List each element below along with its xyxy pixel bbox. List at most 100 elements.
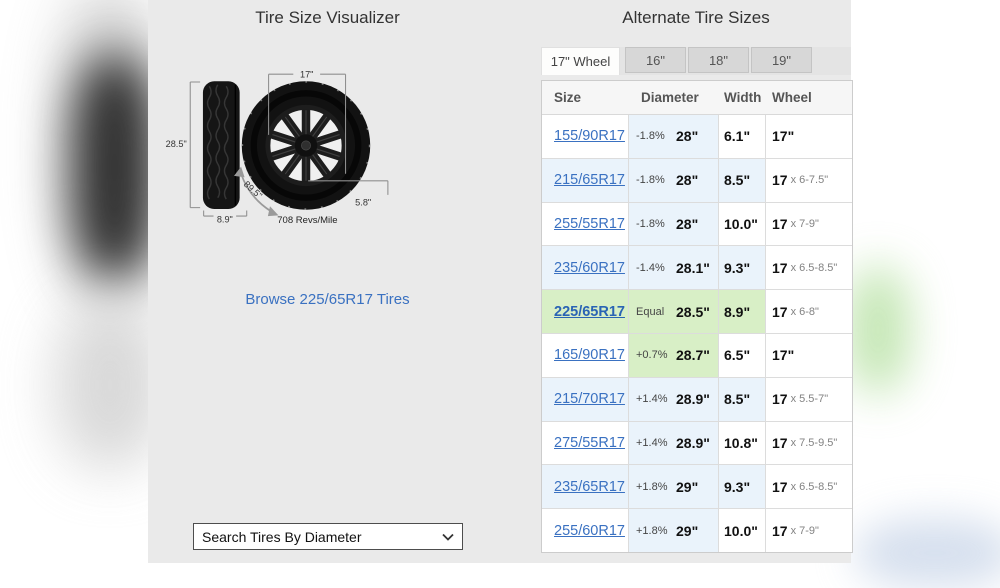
page-background: { "left_panel": { "title": "Tire Size Vi… xyxy=(0,0,1000,588)
tire-side-view-image xyxy=(202,81,240,210)
tab-18-wheel[interactable]: 18" xyxy=(688,47,749,73)
tire-size-link[interactable]: 275/55R17 xyxy=(554,435,625,451)
wheel-value: 17 xyxy=(772,391,788,408)
width-value: 8.5" xyxy=(724,172,751,189)
tab-19-wheel[interactable]: 19" xyxy=(751,47,812,73)
blur-artifact-left-haze xyxy=(60,0,160,310)
table-header-row: Size Diameter Width Wheel xyxy=(542,81,852,115)
diameter-diff-label: -1.8% xyxy=(636,174,665,187)
width-value: 6.5" xyxy=(724,347,751,364)
column-header-wheel: Wheel xyxy=(772,90,812,105)
column-header-width: Width xyxy=(724,90,762,105)
tire-size-link[interactable]: 165/90R17 xyxy=(554,347,625,363)
tire-table-body: 155/90R17 -1.8% 28" 6.1" 17" 215/65R17 -1.8% 28… xyxy=(542,115,852,552)
wheel-range: x 7.5-9.5" xyxy=(790,436,838,449)
size-cell: 225/65R17 xyxy=(542,290,629,333)
wheel-cell: 17" xyxy=(766,333,852,377)
wheel-value: 17 xyxy=(772,434,788,451)
wheel-cell: 17" xyxy=(766,115,852,158)
diameter-diff-label: +1.8% xyxy=(636,480,668,493)
wheel-cell: 17 x 6-8" xyxy=(766,290,852,333)
diameter-cell: +1.4% 28.9" xyxy=(629,377,719,421)
browse-tires-link-row: Browse 225/65R17 Tires xyxy=(148,291,507,309)
diameter-cell: -1.8% 28" xyxy=(629,158,719,202)
tire-size-link[interactable]: 235/60R17 xyxy=(554,260,625,276)
wheel-range: x 7-9" xyxy=(790,524,819,537)
blur-artifact-right-green xyxy=(846,266,910,394)
width-cell: 8.9" xyxy=(719,290,766,333)
size-cell: 215/65R17 xyxy=(542,158,629,202)
wheel-value: 17" xyxy=(772,128,795,145)
width-value: 10.0" xyxy=(724,522,758,539)
diameter-diff-label: +1.4% xyxy=(636,393,668,406)
tire-size-link[interactable]: 255/60R17 xyxy=(554,523,625,539)
wheel-range: x 7-9" xyxy=(790,217,819,230)
tab-17-wheel[interactable]: 17" Wheel xyxy=(541,47,620,75)
browse-tires-link[interactable]: Browse 225/65R17 Tires xyxy=(245,291,409,308)
wheel-range: x 6.5-8.5" xyxy=(790,261,838,274)
table-row: 225/65R17 Equal 28.5" 8.9" 17 x 6-8" xyxy=(542,290,852,334)
sidewall-label: 5.8" xyxy=(355,198,371,208)
size-cell: 235/60R17 xyxy=(542,246,629,290)
tire-size-link[interactable]: 155/90R17 xyxy=(554,128,625,144)
width-cell: 6.1" xyxy=(719,115,766,158)
wheel-value: 17 xyxy=(772,478,788,495)
wheel-cell: 17 x 7.5-9.5" xyxy=(766,421,852,465)
wheel-value: 17 xyxy=(772,259,788,276)
size-cell: 155/90R17 xyxy=(542,115,629,158)
diameter-diff-label: +0.7% xyxy=(636,349,668,362)
diameter-value: 28.7" xyxy=(676,347,710,364)
wheel-cell: 17 x 6-7.5" xyxy=(766,158,852,202)
table-row: 215/65R17 -1.8% 28" 8.5" 17 x 6-7.5" xyxy=(542,158,852,203)
wheel-value: 17 xyxy=(772,172,788,189)
diameter-cell: +1.8% 29" xyxy=(629,509,719,552)
alternate-tire-sizes-table: Size Diameter Width Wheel 155/90R17 -1.8%… xyxy=(541,80,853,553)
wheel-range: x 5.5-7" xyxy=(790,393,829,406)
width-value: 9.3" xyxy=(724,478,751,495)
width-cell: 9.3" xyxy=(719,246,766,290)
width-dimension: 8.9" xyxy=(203,210,248,224)
width-value: 10.0" xyxy=(724,215,758,232)
diameter-cell: +1.8% 29" xyxy=(629,465,719,509)
wheel-range: x 6-7.5" xyxy=(790,174,829,187)
tire-visualizer-graphic: 28.5" 8.9" 17" 5.8" 89.5" 708 Revs/Mile xyxy=(166,70,389,226)
wheel-size-tabs: 17" Wheel 16" 18" 19" xyxy=(541,47,851,75)
height-label: 28.5" xyxy=(166,139,187,149)
diameter-value: 28" xyxy=(676,215,699,232)
width-value: 8.9" xyxy=(724,303,751,320)
wheel-cell: 17 x 5.5-7" xyxy=(766,377,852,421)
tire-size-link[interactable]: 215/70R17 xyxy=(554,391,625,407)
column-header-diameter: Diameter xyxy=(641,90,699,105)
diameter-diff-label: -1.8% xyxy=(636,130,665,143)
search-tires-dropdown[interactable]: Search Tires By Diameter xyxy=(193,523,463,550)
width-value: 8.5" xyxy=(724,391,751,408)
tire-size-link[interactable]: 225/65R17 xyxy=(554,304,625,320)
tab-16-wheel[interactable]: 16" xyxy=(625,47,686,73)
wheel-cell: 17 x 7-9" xyxy=(766,202,852,246)
chevron-down-icon xyxy=(442,533,454,541)
tire-size-link[interactable]: 255/55R17 xyxy=(554,216,625,232)
diameter-value: 28.5" xyxy=(676,303,710,320)
tire-size-link[interactable]: 215/65R17 xyxy=(554,172,625,188)
diameter-cell: +1.4% 28.9" xyxy=(629,421,719,465)
wheel-value: 17 xyxy=(772,522,788,539)
wheel-range: x 6-8" xyxy=(790,305,819,318)
tire-size-link[interactable]: 235/65R17 xyxy=(554,479,625,495)
diameter-value: 28" xyxy=(676,128,699,145)
wheel-value: 17 xyxy=(772,215,788,232)
alternate-sizes-title: Alternate Tire Sizes xyxy=(622,8,770,27)
width-cell: 10.0" xyxy=(719,509,766,552)
width-cell: 10.0" xyxy=(719,202,766,246)
width-cell: 8.5" xyxy=(719,158,766,202)
width-label: 8.9" xyxy=(217,214,233,224)
table-row: 155/90R17 -1.8% 28" 6.1" 17" xyxy=(542,115,852,159)
diameter-value: 28.9" xyxy=(676,391,710,408)
diameter-cell: +0.7% 28.7" xyxy=(629,333,719,377)
column-header-size: Size xyxy=(554,90,582,105)
table-row: 165/90R17 +0.7% 28.7" 6.5" 17" xyxy=(542,333,852,378)
diameter-diff-label: -1.4% xyxy=(636,261,665,274)
size-cell: 255/60R17 xyxy=(542,509,629,552)
diameter-value: 28.9" xyxy=(676,434,710,451)
width-value: 10.8" xyxy=(724,434,758,451)
search-tires-dropdown-value: Search Tires By Diameter xyxy=(202,528,362,545)
